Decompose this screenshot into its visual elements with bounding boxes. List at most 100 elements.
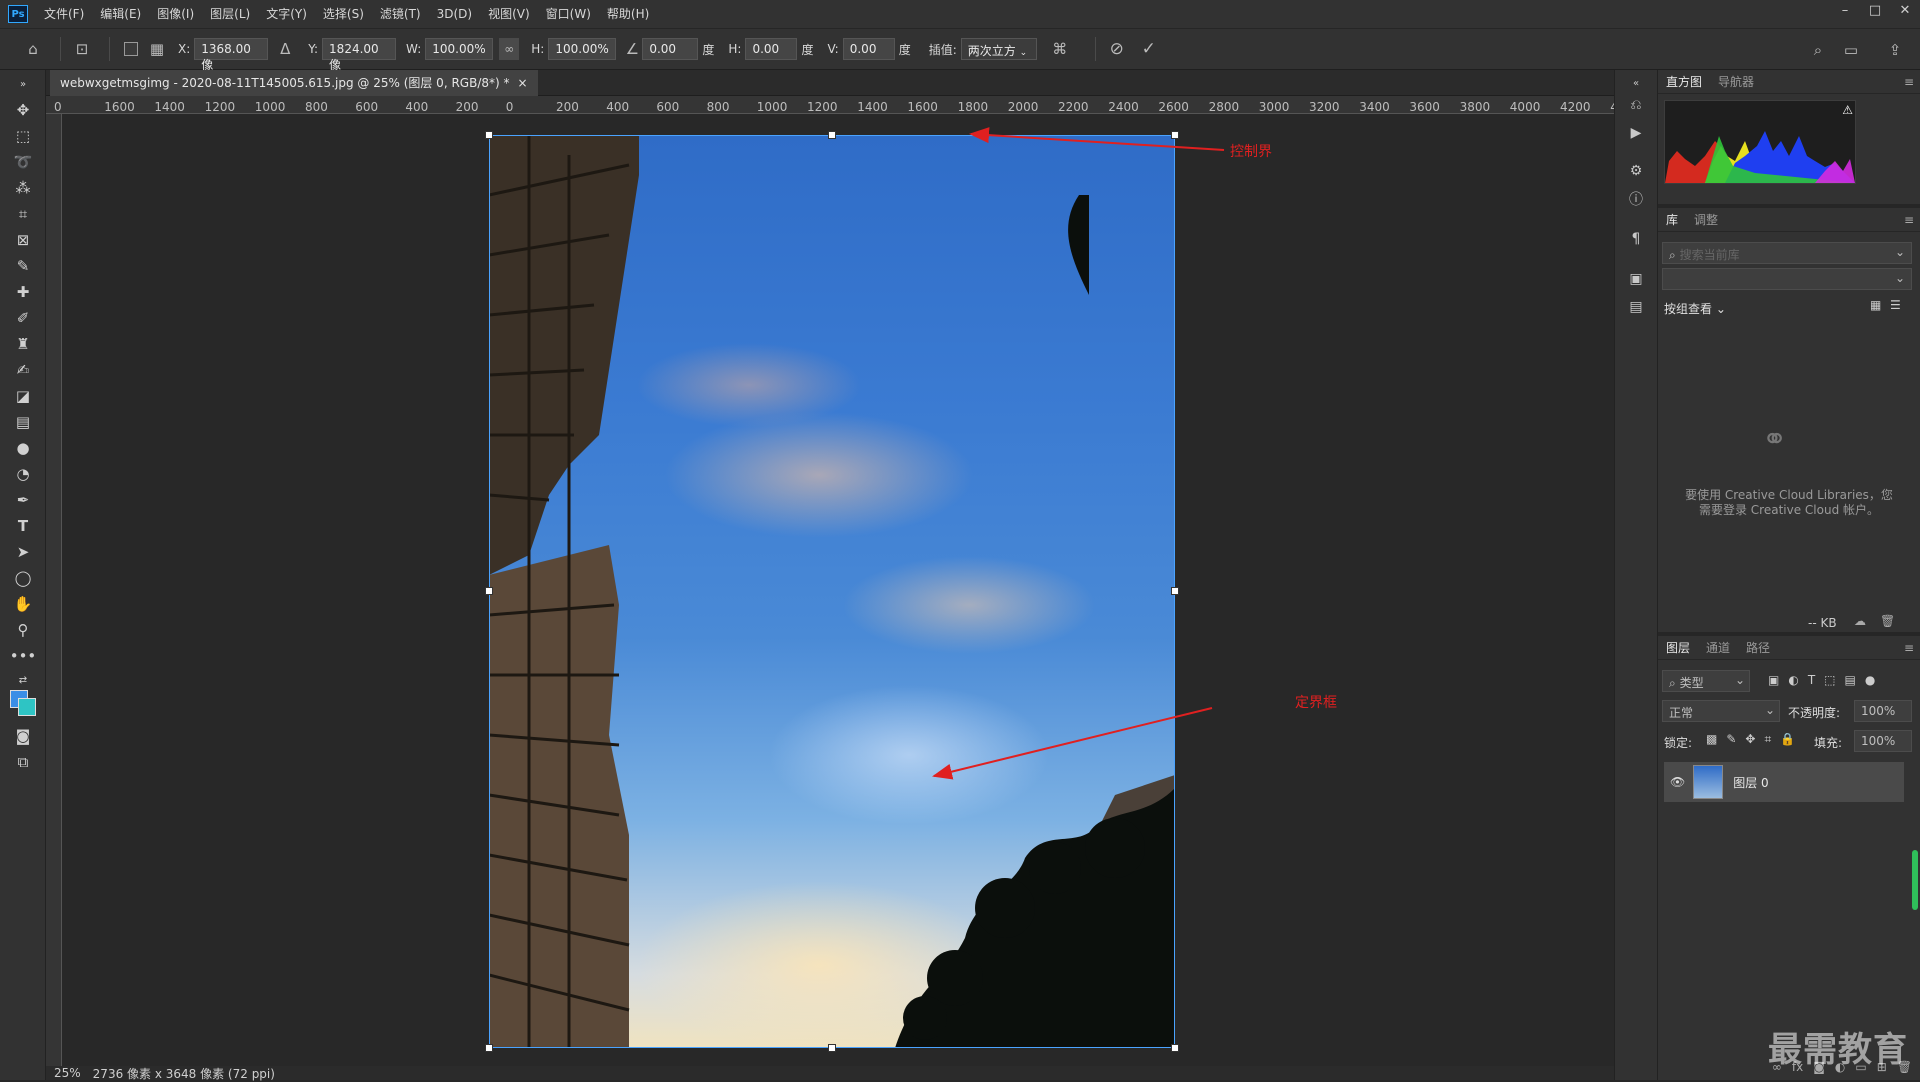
fill-input[interactable]: 100% [1854,730,1912,752]
menu-view[interactable]: 视图(V) [480,0,538,28]
transform-reference-icon[interactable]: ⊡ [69,36,95,62]
menu-help[interactable]: 帮助(H) [599,0,657,28]
marquee-tool-icon[interactable]: ⬚ [11,124,35,148]
close-button[interactable]: ✕ [1890,0,1920,28]
lock-pixels-icon[interactable]: ✎ [1726,732,1736,747]
tab-histogram[interactable]: 直方图 [1658,70,1710,94]
type-tool-icon[interactable]: T [11,514,35,538]
visibility-eye-icon[interactable]: 👁 [1670,775,1685,789]
lock-position-icon[interactable]: ✥ [1745,732,1755,747]
tab-libraries[interactable]: 库 [1658,208,1686,232]
brush-tool-icon[interactable]: ✐ [11,306,35,330]
group-view-dropdown[interactable]: 按组查看 ⌄ [1664,300,1726,317]
menu-window[interactable]: 窗口(W) [538,0,599,28]
reference-grid-icon[interactable]: ▦ [144,36,170,62]
hskew-input[interactable]: 0.00 [745,38,798,60]
character-icon[interactable]: ¶ [1625,228,1647,250]
info-icon[interactable]: ⓘ [1625,188,1647,210]
tab-paths[interactable]: 路径 [1738,636,1778,660]
menu-file[interactable]: 文件(F) [36,0,92,28]
move-tool-icon[interactable]: ✥ [11,98,35,122]
filter-toggle-icon[interactable]: ● [1865,673,1875,687]
workspace-icon[interactable]: ▭ [1838,37,1864,63]
swatches-icon[interactable]: ▣ [1625,268,1647,290]
magic-wand-tool-icon[interactable]: ⁂ [11,176,35,200]
close-tab-icon[interactable]: × [518,70,528,96]
healing-brush-tool-icon[interactable]: ✚ [11,280,35,304]
layer-name[interactable]: 图层 0 [1733,774,1768,791]
list-view-icon[interactable]: ☰ [1890,298,1901,312]
lasso-tool-icon[interactable]: ➰ [11,150,35,174]
panel-menu-icon[interactable]: ≡ [1904,75,1914,89]
collapse-icon[interactable]: » [11,72,35,96]
grid-view-icon[interactable]: ▦ [1870,298,1881,312]
warp-icon[interactable]: ⌘ [1047,36,1073,62]
angle-input[interactable]: 0.00 [642,38,699,60]
cancel-icon[interactable]: ⊘ [1104,36,1130,62]
scrollbar[interactable] [1912,850,1918,910]
pixel-filter-icon[interactable]: ▣ [1768,673,1779,687]
layer-filter-select[interactable]: ⌕ 类型 ⌄ [1662,670,1750,692]
canvas-area[interactable]: 控制界 定界框 [62,114,1614,1066]
panel-menu-icon[interactable]: ≡ [1904,213,1914,227]
layer-row[interactable]: 👁 图层 0 [1664,762,1904,802]
background-color-swatch[interactable] [18,698,36,716]
blur-tool-icon[interactable]: ● [11,436,35,460]
eraser-tool-icon[interactable]: ◪ [11,384,35,408]
home-icon[interactable]: ⌂ [20,36,46,62]
type-filter-icon[interactable]: T [1808,673,1815,687]
cloud-sync-icon[interactable]: ☁ [1854,614,1866,628]
pen-tool-icon[interactable]: ✒ [11,488,35,512]
x-input[interactable]: 1368.00 像 [194,38,269,72]
menu-select[interactable]: 选择(S) [315,0,372,28]
lock-artboard-icon[interactable]: ⌗ [1764,732,1771,747]
more-tools-icon[interactable]: ••• [10,644,37,668]
tab-adjustments[interactable]: 调整 [1686,208,1726,232]
warning-icon[interactable]: ⚠ [1842,103,1853,117]
dodge-tool-icon[interactable]: ◔ [11,462,35,486]
quick-mask-icon[interactable]: ◙ [11,724,35,748]
hand-tool-icon[interactable]: ✋ [11,592,35,616]
menu-filter[interactable]: 滤镜(T) [372,0,429,28]
library-search-field[interactable]: ⌕ 搜索当前库 ⌄ [1662,242,1912,264]
opacity-input[interactable]: 100% [1854,700,1912,722]
tab-layers[interactable]: 图层 [1658,636,1698,660]
ellipse-tool-icon[interactable]: ◯ [11,566,35,590]
crop-tool-icon[interactable]: ⌗ [11,202,35,226]
frame-tool-icon[interactable]: ⊠ [11,228,35,252]
menu-3d[interactable]: 3D(D) [429,0,480,28]
document-tab[interactable]: webwxgetmsgimg - 2020-08-11T145005.615.j… [50,70,538,96]
adjustment-filter-icon[interactable]: ◐ [1788,673,1798,687]
share-icon[interactable]: ⇪ [1882,37,1908,63]
zoom-tool-icon[interactable]: ⚲ [11,618,35,642]
vskew-input[interactable]: 0.00 [842,38,895,60]
clone-stamp-tool-icon[interactable]: ♜ [11,332,35,356]
trash-icon[interactable]: 🗑 [1880,614,1895,628]
swap-colors-icon[interactable]: ⇄ [11,668,35,692]
minimize-button[interactable]: – [1830,0,1860,28]
menu-layer[interactable]: 图层(L) [202,0,258,28]
properties-icon[interactable]: ⚙ [1625,160,1647,182]
zoom-level[interactable]: 25% [54,1066,81,1080]
delta-icon[interactable]: Δ [272,36,298,62]
reference-point-checkbox[interactable] [124,42,138,56]
eyedropper-tool-icon[interactable]: ✎ [11,254,35,278]
notes-icon[interactable]: ▤ [1625,296,1647,318]
checkmark-icon[interactable]: ✓ [1136,36,1162,62]
gradient-tool-icon[interactable]: ▤ [11,410,35,434]
menu-type[interactable]: 文字(Y) [258,0,315,28]
maximize-button[interactable]: □ [1860,0,1890,28]
menu-edit[interactable]: 编辑(E) [92,0,149,28]
lock-all-icon[interactable]: 🔒 [1780,732,1795,747]
path-selection-tool-icon[interactable]: ➤ [11,540,35,564]
smart-object-filter-icon[interactable]: ▤ [1845,673,1856,687]
search-icon[interactable]: ⌕ [1805,37,1831,63]
menu-image[interactable]: 图像(I) [149,0,202,28]
history-brush-tool-icon[interactable]: ✍ [11,358,35,382]
blend-mode-select[interactable]: 正常 ⌄ [1662,700,1780,722]
tab-channels[interactable]: 通道 [1698,636,1738,660]
tab-navigator[interactable]: 导航器 [1710,70,1762,94]
link-icon[interactable]: ∞ [499,38,520,60]
lock-transparency-icon[interactable]: ▩ [1706,732,1717,747]
history-icon[interactable]: ⎌ [1625,94,1647,116]
